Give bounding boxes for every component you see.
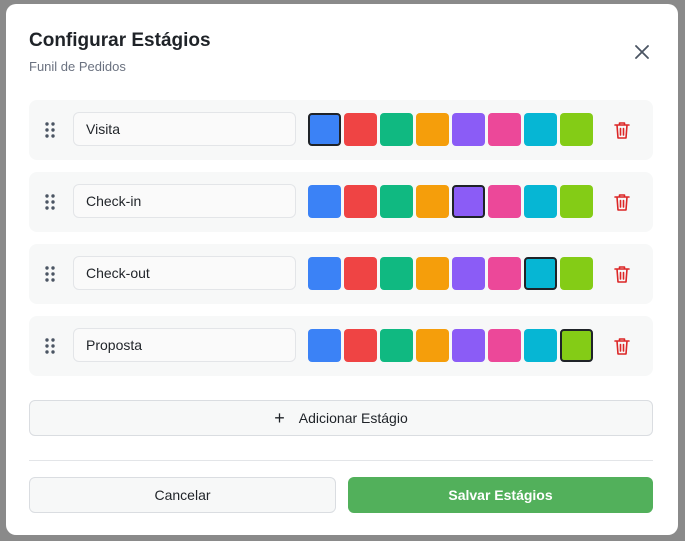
stage-name-input[interactable] xyxy=(73,256,296,290)
plus-icon: + xyxy=(274,408,285,428)
color-swatch[interactable] xyxy=(380,329,413,362)
color-swatch[interactable] xyxy=(308,185,341,218)
stage-row xyxy=(29,316,653,376)
stage-row xyxy=(29,100,653,160)
color-swatch[interactable] xyxy=(560,329,593,362)
color-swatch[interactable] xyxy=(380,113,413,146)
add-stage-label: Adicionar Estágio xyxy=(298,410,408,426)
color-swatch[interactable] xyxy=(560,257,593,290)
color-swatch[interactable] xyxy=(560,113,593,146)
color-swatch[interactable] xyxy=(416,185,449,218)
stage-name-input[interactable] xyxy=(73,184,296,218)
color-swatch[interactable] xyxy=(452,329,485,362)
color-swatch[interactable] xyxy=(524,185,557,218)
color-swatch[interactable] xyxy=(524,113,557,146)
stage-name-input[interactable] xyxy=(73,112,296,146)
trash-icon[interactable] xyxy=(613,264,631,284)
configure-stages-dialog: Configurar Estágios Funil de Pedidos + A… xyxy=(6,4,678,535)
color-swatch[interactable] xyxy=(344,113,377,146)
close-icon xyxy=(635,45,649,59)
color-swatch[interactable] xyxy=(488,113,521,146)
drag-handle-icon[interactable] xyxy=(44,121,56,139)
drag-handle-icon[interactable] xyxy=(44,265,56,283)
cancel-button[interactable]: Cancelar xyxy=(29,477,336,513)
trash-icon[interactable] xyxy=(613,120,631,140)
drag-handle-icon[interactable] xyxy=(44,193,56,211)
trash-icon[interactable] xyxy=(613,192,631,212)
color-swatch[interactable] xyxy=(416,113,449,146)
add-stage-button[interactable]: + Adicionar Estágio xyxy=(29,400,653,436)
color-swatch[interactable] xyxy=(488,257,521,290)
color-swatch[interactable] xyxy=(452,257,485,290)
drag-handle-icon[interactable] xyxy=(44,337,56,355)
color-swatch[interactable] xyxy=(452,113,485,146)
color-swatch[interactable] xyxy=(380,185,413,218)
trash-icon[interactable] xyxy=(613,336,631,356)
color-swatch[interactable] xyxy=(344,329,377,362)
stage-row xyxy=(29,244,653,304)
color-swatch[interactable] xyxy=(488,329,521,362)
color-swatch[interactable] xyxy=(524,329,557,362)
stage-name-input[interactable] xyxy=(73,328,296,362)
color-swatch[interactable] xyxy=(488,185,521,218)
color-swatch[interactable] xyxy=(380,257,413,290)
color-swatch[interactable] xyxy=(308,257,341,290)
color-swatch[interactable] xyxy=(344,185,377,218)
dialog-subtitle: Funil de Pedidos xyxy=(29,59,126,74)
color-swatch[interactable] xyxy=(308,329,341,362)
color-swatch[interactable] xyxy=(524,257,557,290)
close-button[interactable] xyxy=(630,40,654,64)
color-swatch[interactable] xyxy=(452,185,485,218)
color-swatch[interactable] xyxy=(560,185,593,218)
color-swatch[interactable] xyxy=(416,329,449,362)
footer-divider xyxy=(29,460,653,461)
save-stages-button[interactable]: Salvar Estágios xyxy=(348,477,653,513)
color-swatch[interactable] xyxy=(344,257,377,290)
stage-row xyxy=(29,172,653,232)
color-swatch[interactable] xyxy=(416,257,449,290)
color-swatch[interactable] xyxy=(308,113,341,146)
dialog-title: Configurar Estágios xyxy=(29,30,211,51)
